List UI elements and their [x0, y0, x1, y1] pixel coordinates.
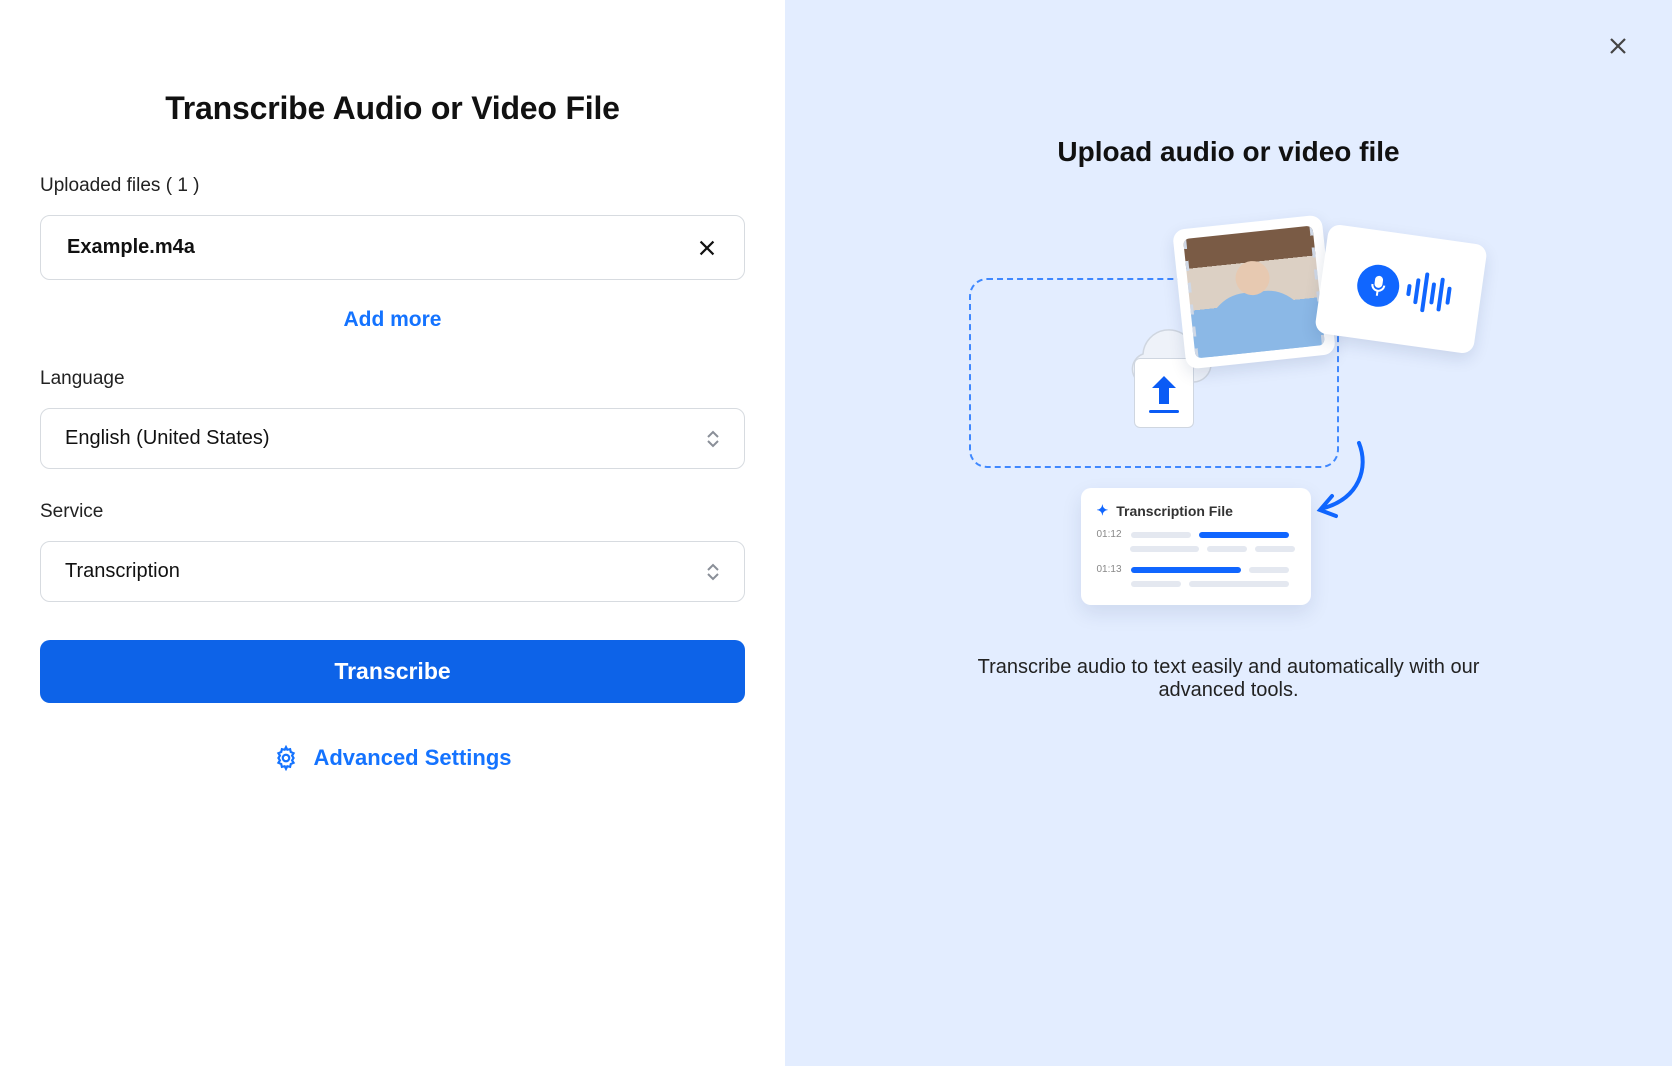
uploaded-file-chip: Example.m4a: [40, 215, 745, 280]
arrow-icon: [1304, 438, 1374, 533]
upload-file-icon: [1134, 358, 1194, 428]
close-icon: [1606, 34, 1630, 58]
audio-wave-card: [1314, 223, 1488, 354]
transcription-card: ✦ Transcription File 01:12 01:13: [1081, 488, 1311, 605]
sparkle-icon: ✦: [1097, 502, 1109, 519]
select-chevrons-icon: [706, 563, 720, 581]
info-panel: Upload audio or video file: [785, 0, 1672, 1066]
service-label: Service: [40, 501, 745, 523]
remove-file-button[interactable]: [696, 237, 718, 259]
service-select[interactable]: Transcription: [40, 541, 745, 602]
advanced-settings-label: Advanced Settings: [313, 745, 511, 771]
info-caption: Transcribe audio to text easily and auto…: [969, 656, 1489, 702]
close-icon: [696, 237, 718, 259]
language-value: English (United States): [65, 427, 270, 450]
microphone-icon: [1354, 262, 1401, 309]
transcribe-button[interactable]: Transcribe: [40, 640, 745, 703]
gear-icon: [273, 745, 299, 771]
transcription-card-title: Transcription File: [1116, 503, 1233, 519]
service-value: Transcription: [65, 560, 180, 583]
timestamp: 01:13: [1097, 564, 1123, 575]
page-title: Transcribe Audio or Video File: [40, 90, 745, 127]
uploaded-file-name: Example.m4a: [67, 236, 195, 259]
illustration: ✦ Transcription File 01:12 01:13: [969, 208, 1489, 628]
advanced-settings-link[interactable]: Advanced Settings: [40, 745, 745, 771]
add-more-link[interactable]: Add more: [40, 308, 745, 332]
select-chevrons-icon: [706, 430, 720, 448]
info-title: Upload audio or video file: [1057, 136, 1399, 168]
language-select[interactable]: English (United States): [40, 408, 745, 469]
timestamp: 01:12: [1097, 529, 1123, 540]
video-thumbnail-card: [1172, 215, 1336, 370]
form-panel: Transcribe Audio or Video File Uploaded …: [0, 0, 785, 1066]
language-label: Language: [40, 368, 745, 390]
uploaded-files-label: Uploaded files ( 1 ): [40, 175, 745, 197]
close-button[interactable]: [1600, 28, 1636, 64]
